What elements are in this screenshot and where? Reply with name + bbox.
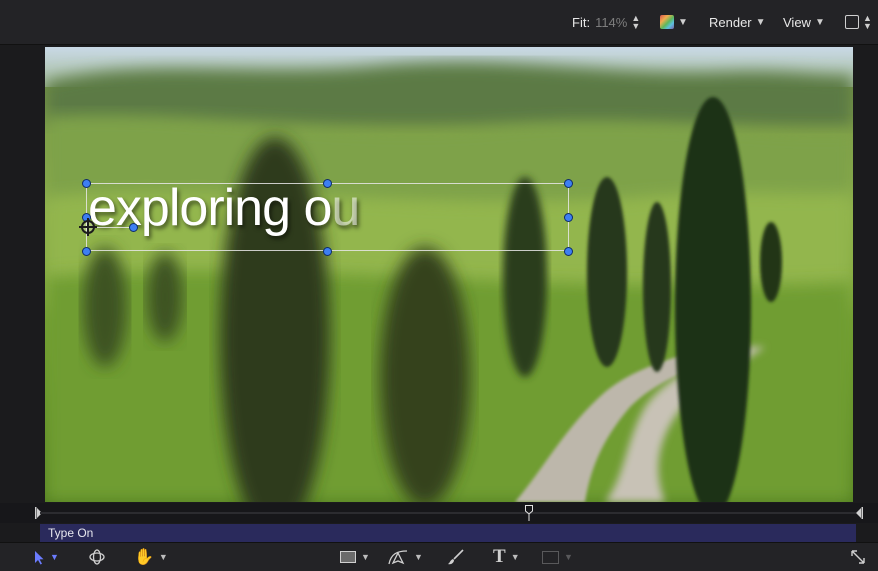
orbit-3d-icon [89,549,105,565]
view-menu[interactable]: View ▼ [783,0,825,44]
handle-middle-right[interactable] [564,213,573,222]
anchor-point-icon[interactable] [79,218,97,236]
hand-icon: ✋ [134,549,154,566]
chevron-down-icon: ▼ [50,552,59,562]
shape-tool[interactable]: ▼ [340,543,370,571]
color-channels-menu[interactable]: ▼ [660,0,688,44]
pen-bezier-icon [388,550,408,565]
chevron-down-icon: ▼ [510,552,520,562]
chevron-down-icon: ▼ [414,552,423,562]
handle-bottom-right[interactable] [564,247,573,256]
handle-top-right[interactable] [564,179,573,188]
selection-bounding-box[interactable] [86,183,569,251]
fit-value: 114% [595,14,628,30]
canvas-viewer[interactable] [45,47,853,502]
paint-brush-icon [448,549,464,565]
chevron-down-icon: ▼ [814,16,825,28]
track-label: Type On [48,526,94,540]
handle-bottom-left[interactable] [82,247,91,256]
view-layout-menu[interactable]: ▲ ▼ [845,0,872,44]
up-down-arrows-icon: ▲ ▼ [631,13,641,31]
landscape-background-image [45,47,853,502]
fit-zoom-control[interactable]: Fit: 114% ▲ ▼ [572,0,640,44]
expand-viewer-button[interactable] [850,543,866,571]
rotation-arm [91,227,133,228]
chevron-down-icon: ▼ [755,16,766,28]
type-on-behavior-bar[interactable]: Type On [40,524,856,542]
render-menu-label: Render [709,14,752,30]
view-menu-label: View [783,14,811,30]
chevron-down-icon: ▼ [158,552,168,562]
mini-timeline[interactable] [0,503,878,523]
text-tool[interactable]: T ▼ [493,543,520,571]
up-down-arrows-icon: ▲ ▼ [863,13,872,31]
rectangle-icon [340,551,356,563]
pan-tool[interactable]: ✋ ▼ [134,543,168,571]
select-transform-tool[interactable]: ▼ [34,543,59,571]
paint-stroke-tool[interactable] [447,543,465,571]
text-t-icon: T [493,546,506,567]
handle-top-middle[interactable] [323,179,332,188]
bezier-pen-tool[interactable]: ▼ [387,543,423,571]
handle-top-left[interactable] [82,179,91,188]
mask-tool[interactable]: ▼ [542,543,573,571]
tools-toolbar: ▼ ✋ ▼ ▼ ▼ T ▼ ▼ [0,542,878,571]
render-menu[interactable]: Render ▼ [709,0,766,44]
select-arrow-icon [35,550,44,564]
handle-bottom-middle[interactable] [323,247,332,256]
rotation-handle[interactable] [129,223,138,232]
playhead-icon[interactable] [525,505,533,521]
expand-arrows-icon [851,550,865,564]
fit-label: Fit: [572,14,591,30]
mask-rectangle-icon [542,550,559,564]
chevron-down-icon: ▼ [361,552,370,562]
play-range-end-icon[interactable] [855,507,863,519]
canvas-toolbar: Fit: 114% ▲ ▼ ▼ Render ▼ View ▼ ▲ ▼ [0,0,878,45]
adjust-3d-tool[interactable] [88,543,106,571]
chevron-down-icon: ▼ [564,552,573,562]
view-layout-icon [845,15,859,29]
timeline-track [40,512,856,514]
chevron-down-icon: ▼ [678,16,688,28]
color-channels-icon [660,15,674,29]
